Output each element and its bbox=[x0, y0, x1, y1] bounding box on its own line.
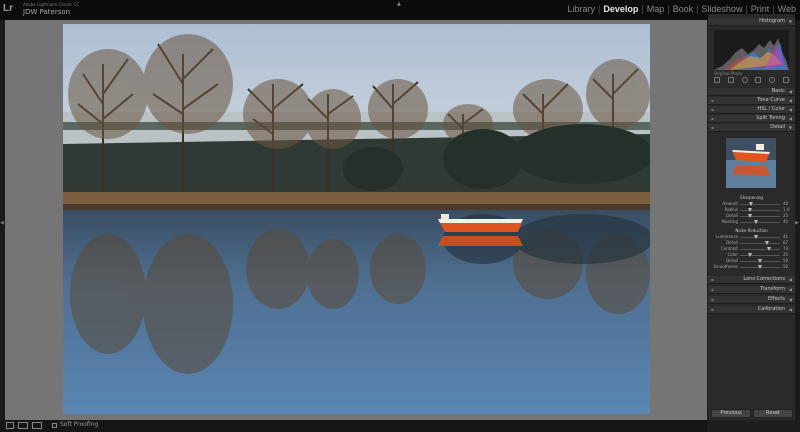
slider-label: Smoothness bbox=[713, 264, 738, 269]
detail-header[interactable]: ▪ Detail ▼ bbox=[708, 124, 795, 132]
module-book[interactable]: Book bbox=[673, 4, 694, 14]
module-slideshow[interactable]: Slideshow bbox=[701, 4, 742, 14]
collapse-icon: ▼ bbox=[788, 19, 792, 24]
tool-strip bbox=[714, 76, 789, 84]
adjustment-brush-icon[interactable] bbox=[782, 77, 789, 83]
sharpening-title: Sharpening bbox=[740, 195, 763, 200]
histogram-header[interactable]: Histogram ▼ bbox=[708, 18, 795, 26]
module-develop[interactable]: Develop bbox=[603, 4, 638, 14]
expand-icon: ◀ bbox=[788, 307, 792, 312]
slider-track[interactable] bbox=[740, 216, 780, 217]
detail-preview-image bbox=[726, 138, 776, 188]
module-print[interactable]: Print bbox=[751, 4, 770, 14]
image-work-area[interactable] bbox=[5, 20, 707, 420]
module-library[interactable]: Library bbox=[567, 4, 595, 14]
loupe-view-icon[interactable] bbox=[6, 422, 14, 429]
expand-icon: ◀ bbox=[788, 98, 792, 103]
slider-label: Masking bbox=[721, 219, 739, 224]
app-name: Adobe Lightroom Classic CC bbox=[23, 2, 80, 7]
transform-header[interactable]: ▪ Transform ◀ bbox=[708, 286, 795, 294]
top-panel-toggle-icon[interactable]: ▲ bbox=[397, 1, 401, 7]
expand-icon: ◀ bbox=[788, 277, 792, 282]
basic-header[interactable]: Basic ◀ bbox=[708, 88, 795, 96]
effects-header[interactable]: ▪ Effects ◀ bbox=[708, 296, 795, 304]
slider-handle-icon[interactable] bbox=[758, 259, 762, 263]
slider-handle-icon[interactable] bbox=[764, 241, 769, 245]
slider-handle-icon[interactable] bbox=[748, 202, 753, 206]
slider-track[interactable] bbox=[740, 243, 780, 244]
expand-icon: ◀ bbox=[788, 287, 792, 292]
slider-handle-icon[interactable] bbox=[748, 214, 752, 218]
graduated-filter-icon[interactable] bbox=[755, 77, 762, 83]
lake-boat-image bbox=[63, 24, 650, 414]
slider-handle-icon[interactable] bbox=[767, 247, 772, 251]
slider-track[interactable] bbox=[740, 237, 780, 238]
hsl-header[interactable]: ▪ HSL / Color ◀ bbox=[708, 106, 795, 114]
split-toning-header[interactable]: ▪ Split Toning ◀ bbox=[708, 115, 795, 123]
slider-handle-icon[interactable] bbox=[758, 265, 762, 269]
slider-track[interactable] bbox=[740, 210, 780, 211]
lightroom-logo-icon: Lr bbox=[3, 3, 13, 14]
calibration-header[interactable]: ▪ Calibration ◀ bbox=[708, 306, 795, 314]
module-web[interactable]: Web bbox=[778, 4, 796, 14]
collapse-icon: ▼ bbox=[788, 125, 792, 130]
slider-track[interactable] bbox=[740, 222, 780, 223]
expand-icon: ◀ bbox=[788, 107, 792, 112]
slider-handle-icon[interactable] bbox=[754, 235, 759, 239]
slider-track[interactable] bbox=[740, 255, 780, 256]
expand-icon: ◀ bbox=[788, 116, 792, 121]
slider-track[interactable] bbox=[740, 249, 780, 250]
photo-preview[interactable] bbox=[63, 24, 650, 414]
slider-handle-icon[interactable] bbox=[748, 208, 752, 212]
module-map[interactable]: Map bbox=[647, 4, 665, 14]
identity-plate: JDW Paterson bbox=[23, 8, 71, 16]
slider-value[interactable]: 40 bbox=[783, 219, 788, 225]
lens-corrections-header[interactable]: ▪ Lens Corrections ◀ bbox=[708, 276, 795, 284]
left-panel-toggle-icon[interactable]: ◀ bbox=[0, 220, 4, 226]
expand-icon: ◀ bbox=[788, 89, 792, 94]
detail-preview[interactable] bbox=[726, 138, 776, 188]
soft-proofing-checkbox[interactable] bbox=[52, 423, 57, 428]
reset-button[interactable]: Reset bbox=[753, 409, 793, 418]
histogram-graph bbox=[714, 38, 789, 70]
previous-button[interactable]: Previous bbox=[711, 409, 751, 418]
red-eye-icon[interactable] bbox=[741, 77, 748, 83]
slider-value[interactable]: 50 bbox=[783, 264, 788, 270]
spot-removal-icon[interactable] bbox=[727, 77, 734, 83]
noise-reduction-title: Noise Reduction bbox=[735, 228, 768, 233]
slider-track[interactable] bbox=[740, 204, 780, 205]
top-bar: Lr Adobe Lightroom Classic CC JDW Paters… bbox=[0, 0, 800, 20]
expand-icon: ◀ bbox=[788, 297, 792, 302]
histogram bbox=[714, 30, 789, 70]
module-picker: Library | Develop | Map | Book | Slideshow | … bbox=[567, 4, 796, 14]
tone-curve-header[interactable]: ▪ Tone Curve ◀ bbox=[708, 97, 795, 105]
bottom-toolbar: Soft Proofing bbox=[0, 420, 707, 432]
right-panel-toggle-icon[interactable]: ▶ bbox=[795, 220, 799, 226]
before-after-icon[interactable] bbox=[18, 422, 28, 429]
crop-tool-icon[interactable] bbox=[714, 77, 720, 83]
slider-row[interactable]: Smoothness 50 bbox=[708, 264, 795, 270]
compare-view-icon[interactable] bbox=[32, 422, 42, 429]
slider-handle-icon[interactable] bbox=[754, 220, 758, 224]
radial-filter-icon[interactable] bbox=[769, 77, 776, 83]
slider-row[interactable]: Masking 40 bbox=[708, 219, 795, 225]
develop-right-panel: Histogram ▼ Original Photo Basic ◀ ▪ Ton… bbox=[708, 14, 795, 420]
slider-handle-icon[interactable] bbox=[748, 253, 752, 257]
soft-proofing-label: Soft Proofing bbox=[60, 421, 99, 428]
